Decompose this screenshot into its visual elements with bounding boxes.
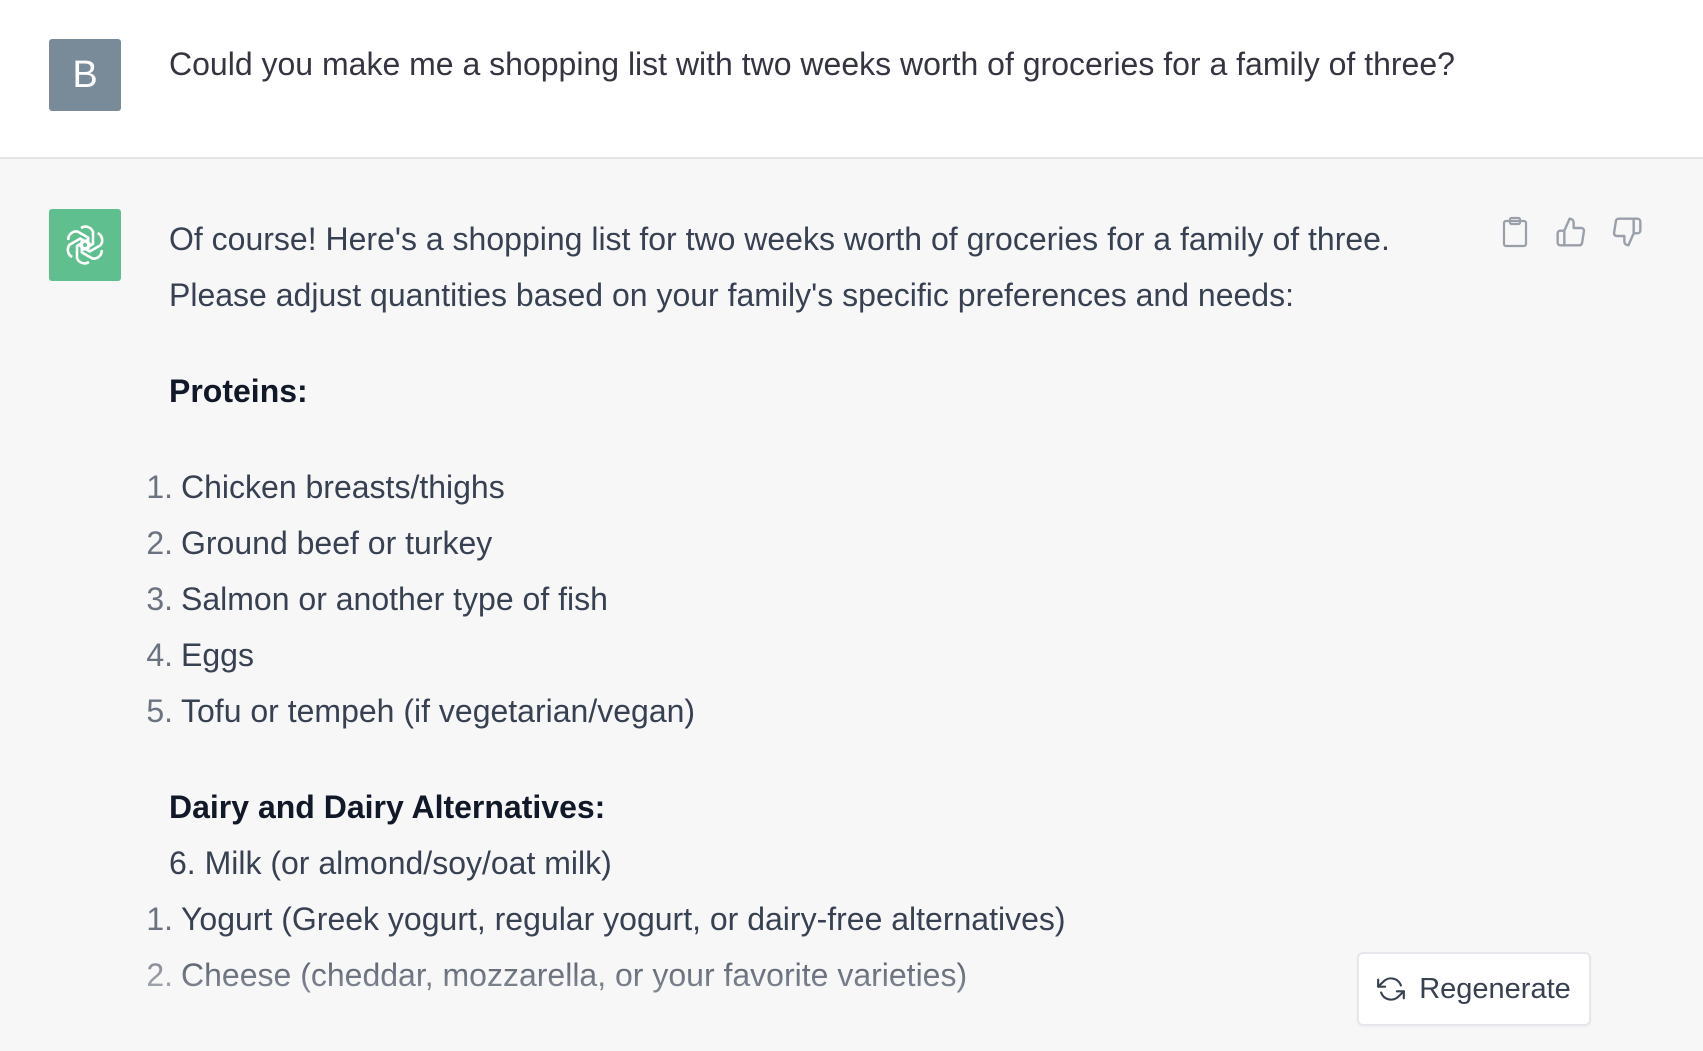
regenerate-button[interactable]: Regenerate (1357, 952, 1591, 1026)
thumbs-up-button[interactable] (1554, 215, 1588, 249)
list-item-text: Yogurt (Greek yogurt, regular yogurt, or… (181, 901, 1066, 937)
list-item-text: Salmon or another type of fish (181, 581, 608, 617)
list-number: 3. (146, 581, 173, 617)
list-item: 2. Cheese (cheddar, mozzarella, or your … (146, 947, 1469, 1003)
list-item: 2. Ground beef or turkey (146, 515, 1469, 571)
clipboard-icon (1502, 216, 1528, 248)
list-item: 3. Salmon or another type of fish (146, 571, 1469, 627)
list-number: 2. (146, 525, 173, 561)
thumbs-down-button[interactable] (1610, 215, 1644, 249)
list-item: 5. Tofu or tempeh (if vegetarian/vegan) (146, 683, 1469, 739)
list-item: 1. Chicken breasts/thighs (146, 459, 1469, 515)
intro-line-1: Of course! Here's a shopping list for tw… (169, 221, 1390, 257)
dairy-heading: Dairy and Dairy Alternatives: (169, 789, 606, 825)
list-item-text: Eggs (181, 637, 254, 673)
proteins-list: 1. Chicken breasts/thighs 2. Ground beef… (146, 459, 1469, 739)
list-number: 4. (146, 637, 173, 673)
list-item: 4. Eggs (146, 627, 1469, 683)
openai-logo-icon (66, 225, 104, 265)
dairy-list: 1. Yogurt (Greek yogurt, regular yogurt,… (146, 891, 1469, 1003)
assistant-message-content: Of course! Here's a shopping list for tw… (146, 211, 1469, 1003)
list-item-text: Tofu or tempeh (if vegetarian/vegan) (181, 693, 696, 729)
user-message-row: B Could you make me a shopping list with… (0, 0, 1703, 159)
list-number: 2. (146, 957, 173, 993)
list-item-text: Cheese (cheddar, mozzarella, or your fav… (181, 957, 968, 993)
user-avatar: B (49, 39, 121, 111)
list-number: 5. (146, 693, 173, 729)
list-item-text: Chicken breasts/thighs (181, 469, 505, 505)
user-message-text: Could you make me a shopping list with t… (169, 46, 1455, 82)
list-number: 1. (146, 901, 173, 937)
assistant-message-row: Of course! Here's a shopping list for tw… (0, 159, 1703, 1051)
dairy-first-item: 6. Milk (or almond/soy/oat milk) (169, 845, 612, 881)
regenerate-label: Regenerate (1419, 972, 1571, 1005)
refresh-icon (1377, 977, 1406, 1001)
list-number: 1. (146, 469, 173, 505)
user-avatar-letter: B (72, 53, 98, 96)
thumbs-down-icon (1612, 217, 1642, 247)
intro-line-2: Please adjust quantities based on your f… (169, 277, 1294, 313)
list-item: 1. Yogurt (Greek yogurt, regular yogurt,… (146, 891, 1469, 947)
message-actions (1498, 215, 1644, 249)
assistant-avatar (49, 209, 121, 281)
thumbs-up-icon (1556, 217, 1586, 247)
proteins-heading: Proteins: (169, 373, 308, 409)
list-item-text: Ground beef or turkey (181, 525, 493, 561)
copy-button[interactable] (1498, 215, 1532, 249)
